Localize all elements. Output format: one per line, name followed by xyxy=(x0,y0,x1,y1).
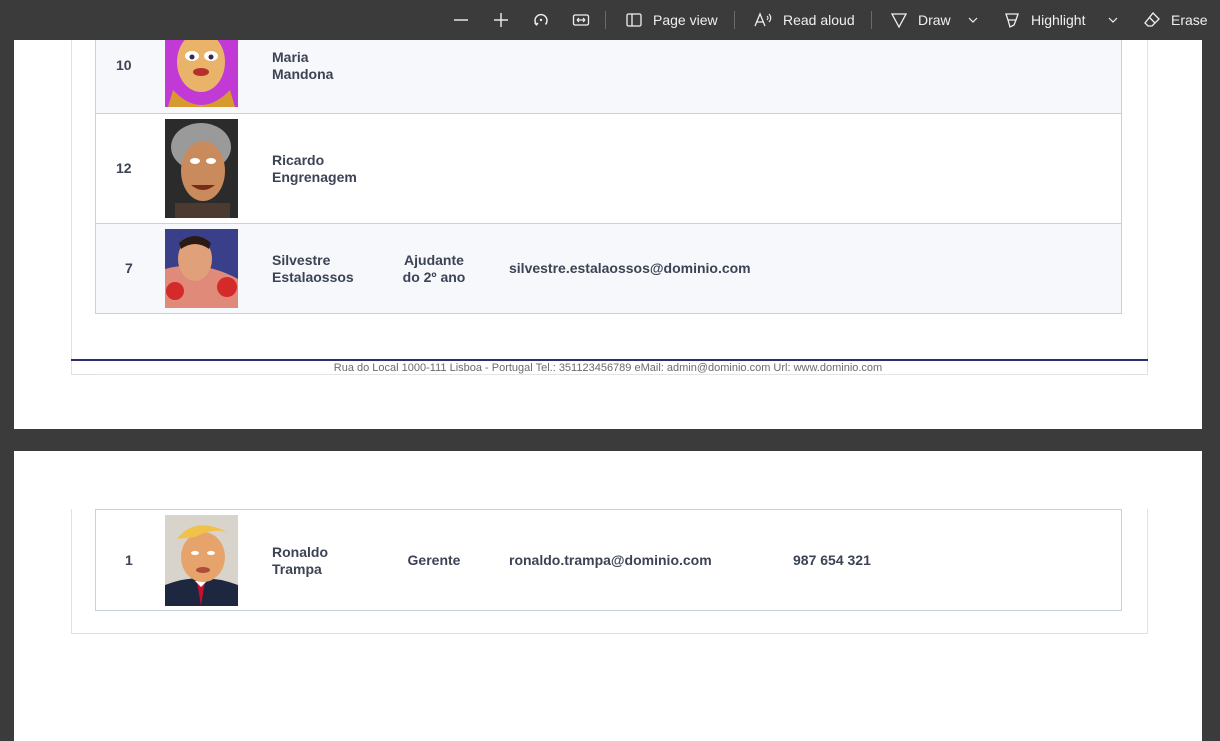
chevron-down-icon xyxy=(968,17,978,23)
minus-icon xyxy=(454,19,468,21)
table-row: 12 Ricardo Engrenagem xyxy=(95,113,1122,224)
employee-name: Maria Mandona xyxy=(272,49,333,83)
fit-width-icon xyxy=(572,14,590,26)
first-name: Maria xyxy=(272,49,309,65)
draw-button[interactable]: Draw xyxy=(890,0,951,40)
document-page: 10 Maria Mandona 12 Ricardo Engrenagem 7… xyxy=(14,0,1202,429)
first-name: Ronaldo xyxy=(272,544,328,560)
toolbar-divider xyxy=(871,11,872,29)
document-page: 1 Ronaldo Trampa Gerente ronaldo.trampa@… xyxy=(14,451,1202,741)
employee-email: silvestre.estalaossos@dominio.com xyxy=(509,260,751,276)
employee-name: Ricardo Engrenagem xyxy=(272,152,357,186)
last-name: Engrenagem xyxy=(272,169,357,185)
highlight-label: Highlight xyxy=(1031,12,1086,28)
employee-photo xyxy=(165,515,238,606)
employee-id: 10 xyxy=(116,57,132,73)
toolbar-divider xyxy=(605,11,606,29)
highlight-options-chevron[interactable] xyxy=(1107,0,1119,40)
table-row: 10 Maria Mandona xyxy=(95,40,1122,114)
zoom-in-button[interactable] xyxy=(492,0,510,40)
page-view-button[interactable]: Page view xyxy=(625,0,718,40)
pdf-toolbar: Page view Read aloud Draw Highlight Eras… xyxy=(0,0,1220,40)
employee-role: Gerente xyxy=(407,552,461,568)
read-aloud-icon xyxy=(754,12,772,27)
chevron-down-icon xyxy=(1108,17,1118,23)
highlighter-icon xyxy=(1005,13,1019,28)
last-name: Trampa xyxy=(272,561,322,577)
zoom-out-button[interactable] xyxy=(452,0,470,40)
employee-id: 12 xyxy=(116,160,132,176)
employee-email: ronaldo.trampa@dominio.com xyxy=(509,552,712,568)
page-view-icon xyxy=(626,13,642,27)
caricature-image xyxy=(165,119,238,218)
employee-id: 7 xyxy=(125,260,133,276)
rotate-icon xyxy=(534,13,548,26)
role-line1: Ajudante xyxy=(404,252,464,268)
caricature-image xyxy=(165,229,238,308)
footer-rule xyxy=(71,359,1148,361)
caricature-image xyxy=(165,515,238,606)
table-row: 1 Ronaldo Trampa Gerente ronaldo.trampa@… xyxy=(95,509,1122,611)
footer-address: Rua do Local 1000-111 Lisboa - Portugal … xyxy=(333,362,883,374)
last-name: Mandona xyxy=(272,66,334,82)
employee-photo xyxy=(165,119,238,218)
first-name: Ricardo xyxy=(272,152,325,168)
role-line2: do 2º ano xyxy=(402,269,466,285)
employee-name: Silvestre Estalaossos xyxy=(272,252,354,286)
draw-icon xyxy=(890,13,908,29)
first-name: Silvestre xyxy=(272,252,331,268)
employee-id: 1 xyxy=(125,552,133,568)
table-row: 7 Silvestre Estalaossos Ajudante do 2º a… xyxy=(95,223,1122,314)
page-view-label: Page view xyxy=(653,12,718,28)
draw-label: Draw xyxy=(918,12,951,28)
footer-divider xyxy=(94,374,1124,375)
last-name: Estalaossos xyxy=(272,269,354,285)
plus-icon xyxy=(494,13,508,27)
toolbar-divider xyxy=(734,11,735,29)
eraser-icon xyxy=(1144,12,1160,27)
caricature-image xyxy=(165,40,238,107)
employee-photo xyxy=(165,40,238,107)
erase-label: Erase xyxy=(1171,12,1208,28)
employee-phone: 987 654 321 xyxy=(793,552,871,568)
fit-width-button[interactable] xyxy=(572,0,590,40)
erase-button[interactable]: Erase xyxy=(1143,0,1208,40)
employee-role: Ajudante do 2º ano xyxy=(391,252,477,286)
employee-photo xyxy=(165,229,238,308)
rotate-button[interactable] xyxy=(532,0,550,40)
read-aloud-button[interactable]: Read aloud xyxy=(753,0,855,40)
employee-name: Ronaldo Trampa xyxy=(272,544,328,578)
highlight-button[interactable]: Highlight xyxy=(1003,0,1085,40)
draw-options-chevron[interactable] xyxy=(967,0,979,40)
read-aloud-label: Read aloud xyxy=(783,12,855,28)
